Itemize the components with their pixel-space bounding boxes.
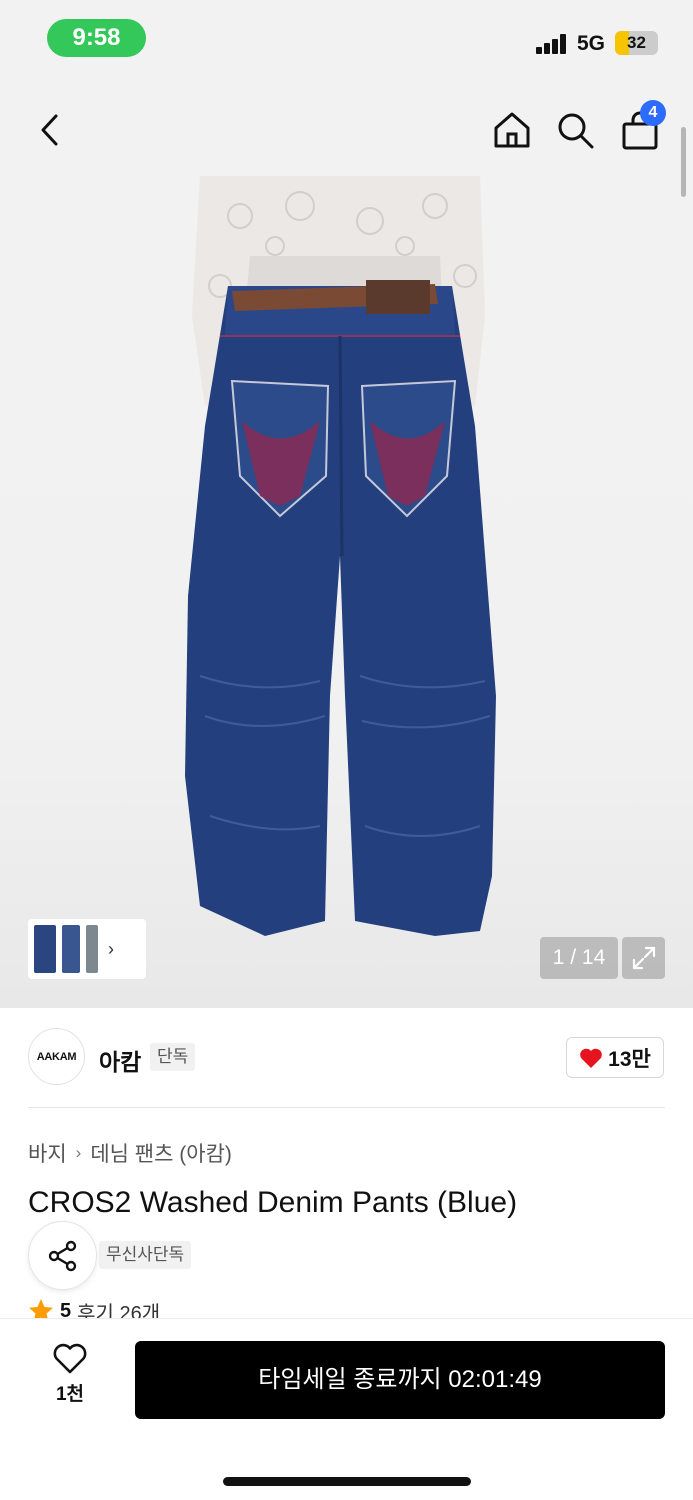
exclusive-tag: 단독 [150, 1043, 196, 1071]
status-time: 9:58 [47, 19, 146, 57]
chevron-right-icon: › [75, 1143, 82, 1162]
musinsa-exclusive-tag: 무신사단독 [99, 1241, 192, 1269]
battery-text: 32 [627, 33, 646, 52]
breadcrumb: 바지 › 데님 팬츠 (아캄) [28, 1138, 232, 1168]
battery-icon: 32 [615, 31, 658, 55]
brand-like-button[interactable]: 13만 [566, 1037, 664, 1078]
signal-icon [536, 34, 568, 54]
time-sale-button[interactable]: 타임세일 종료까지 02:01:49 [135, 1341, 665, 1419]
brand-name[interactable]: 아캄 [99, 1043, 141, 1077]
share-button[interactable] [28, 1221, 97, 1290]
thumbnail-strip[interactable]: › [28, 919, 146, 979]
fullscreen-button[interactable] [622, 937, 665, 979]
product-title: CROS2 Washed Denim Pants (Blue) [28, 1186, 518, 1219]
image-counter: 1 / 14 [540, 937, 618, 979]
scrollbar[interactable] [681, 127, 686, 197]
divider [28, 1107, 665, 1108]
search-button[interactable] [553, 108, 597, 152]
home-icon [494, 112, 530, 148]
status-bar: 9:58 5G 32 [0, 0, 693, 80]
brand-like-count: 13만 [608, 1047, 651, 1071]
chevron-right-icon[interactable]: › [108, 939, 114, 960]
breadcrumb-subcategory[interactable]: 데님 팬츠 (아캄) [90, 1138, 232, 1168]
expand-icon [632, 946, 655, 970]
thumbnail-3[interactable] [86, 925, 98, 973]
heart-filled-icon [580, 1048, 602, 1068]
brand-logo[interactable]: AAKAM [28, 1028, 85, 1085]
network-label: 5G [577, 32, 606, 55]
wishlist-button[interactable]: 1천 [40, 1343, 100, 1413]
home-indicator [223, 1477, 471, 1486]
thumbnail-1[interactable] [34, 925, 56, 973]
bottom-action-bar: 1천 타임세일 종료까지 02:01:49 [0, 1318, 693, 1500]
thumbnail-2[interactable] [62, 925, 80, 973]
cart-count-badge: 4 [640, 100, 666, 126]
wishlist-count: 1천 [55, 1384, 85, 1405]
share-icon [48, 1240, 76, 1271]
product-photo[interactable] [180, 176, 500, 941]
breadcrumb-category[interactable]: 바지 [28, 1138, 67, 1168]
search-icon [558, 113, 594, 149]
heart-outline-icon [53, 1343, 87, 1374]
brand-row: AAKAM 아캄 단독 13만 [0, 1008, 693, 1108]
back-button[interactable] [28, 108, 72, 152]
product-gallery[interactable]: 4 › 1 / 14 [0, 80, 693, 1008]
home-button[interactable] [490, 108, 534, 152]
cart-button[interactable]: 4 [618, 100, 666, 152]
chevron-left-icon [41, 114, 58, 146]
